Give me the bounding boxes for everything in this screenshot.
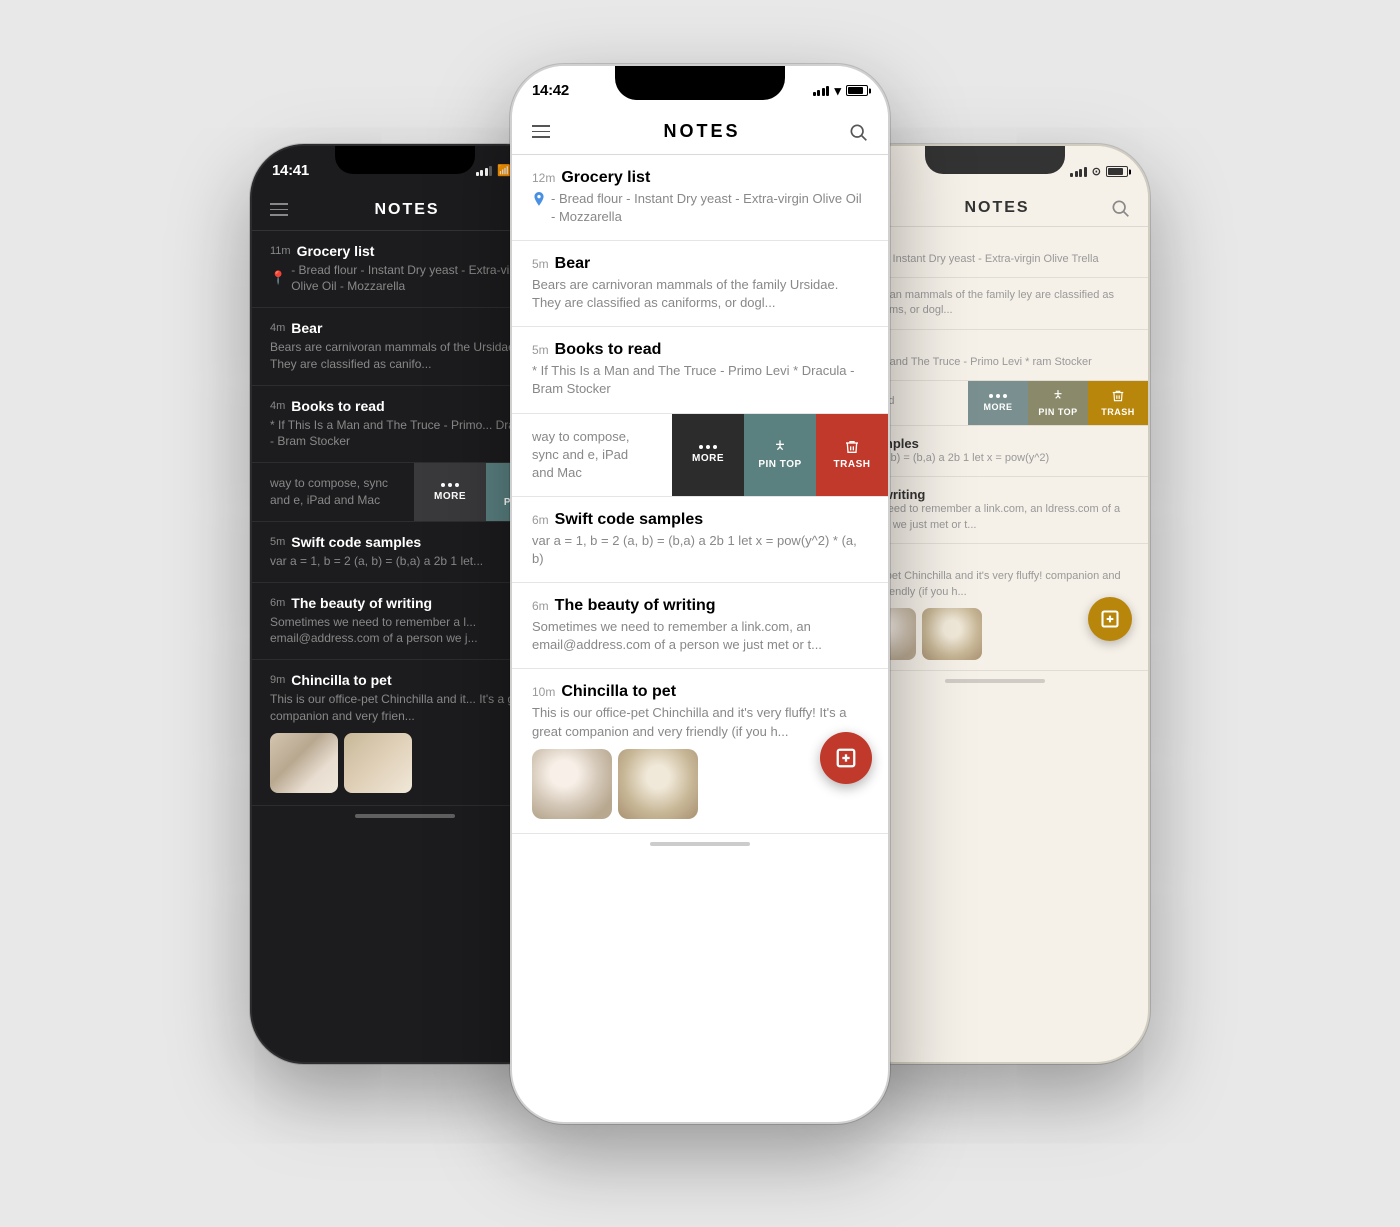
trash-icon-center [844, 439, 860, 455]
time-left: 14:41 [272, 162, 309, 179]
nav-title-center: NOTES [663, 121, 740, 142]
signal-icon-right [1070, 167, 1087, 177]
trash-icon-right [1111, 389, 1125, 403]
home-indicator-center [512, 834, 888, 854]
thumb-2-left [344, 733, 412, 793]
home-bar-center [650, 842, 750, 846]
more-btn-left[interactable]: MORE [414, 463, 486, 521]
time-center: 14:42 [532, 82, 569, 99]
dots-icon-right [989, 394, 1007, 398]
thumb-1-left [270, 733, 338, 793]
fab-center[interactable] [820, 732, 872, 784]
more-btn-center[interactable]: MORE [672, 414, 744, 496]
signal-icon-center [813, 86, 830, 96]
notch-center [615, 66, 785, 100]
note-item-books-center[interactable]: 5m Books to read * If This Is a Man and … [512, 327, 888, 413]
fab-right[interactable] [1088, 597, 1132, 641]
swipe-action-row-center: way to compose, sync and e, iPad and Mac… [512, 414, 888, 497]
phones-container: 14:41 📶 NOTES [250, 64, 1150, 1164]
note-item-beauty-center[interactable]: 6m The beauty of writing Sometimes we ne… [512, 583, 888, 669]
wifi-icon-right: ⊙ [1092, 165, 1101, 178]
pin-icon-grocery-center [532, 192, 546, 208]
status-icons-center: ▾ [813, 83, 868, 99]
nav-title-left: NOTES [374, 201, 439, 219]
wifi-icon-left: 📶 [497, 164, 511, 177]
action-buttons-center[interactable]: MORE PIN TOP TRASH [672, 414, 888, 496]
battery-icon-center [846, 85, 868, 96]
thumb-2-right [922, 608, 982, 660]
fab-icon-right [1100, 609, 1120, 629]
pin-btn-right[interactable]: PIN TOP [1028, 381, 1088, 425]
pin-btn-icon-right [1051, 389, 1065, 403]
wifi-icon-center: ▾ [834, 83, 841, 99]
thumb-1-center [532, 749, 612, 819]
dots-icon-center [699, 445, 717, 449]
fab-icon-center [835, 747, 857, 769]
note-item-grocery-center[interactable]: 12m Grocery list - Bread flour - Instant… [512, 155, 888, 241]
phone-center: 14:42 ▾ NOTES [510, 64, 890, 1124]
note-item-swift-center[interactable]: 6m Swift code samples var a = 1, b = 2 (… [512, 497, 888, 583]
home-bar-left [355, 814, 455, 818]
hamburger-menu-left[interactable] [270, 198, 294, 222]
status-icons-right: ⊙ [1070, 165, 1128, 178]
note-images-chinchilla-center [532, 749, 868, 819]
note-item-bear-center[interactable]: 5m Bear Bears are carnivoran mammals of … [512, 241, 888, 327]
home-bar-right [945, 679, 1045, 683]
nav-bar-center: NOTES [512, 110, 888, 155]
pin-icon-grocery-left: 📍 [270, 270, 286, 286]
trash-btn-right[interactable]: TRASH [1088, 381, 1148, 425]
notch-right [925, 146, 1065, 174]
thumb-2-center [618, 749, 698, 819]
notch-left [335, 146, 475, 174]
signal-icon-left [476, 166, 493, 176]
pin-btn-icon-center [772, 439, 788, 455]
trash-btn-center[interactable]: TRASH [816, 414, 888, 496]
nav-title-right: NOTES [964, 199, 1029, 217]
action-buttons-right[interactable]: MORE PIN TOP TRASH [968, 381, 1148, 425]
note-images-chinchilla-left [270, 733, 540, 793]
battery-icon-right [1106, 166, 1128, 177]
search-icon-center[interactable] [848, 122, 868, 142]
more-btn-right[interactable]: MORE [968, 381, 1028, 425]
search-icon-right[interactable] [1110, 198, 1130, 218]
pin-btn-center[interactable]: PIN TOP [744, 414, 816, 496]
notes-list-center: 12m Grocery list - Bread flour - Instant… [512, 155, 888, 834]
dots-icon-left [441, 483, 459, 487]
hamburger-menu-center[interactable] [532, 120, 556, 144]
